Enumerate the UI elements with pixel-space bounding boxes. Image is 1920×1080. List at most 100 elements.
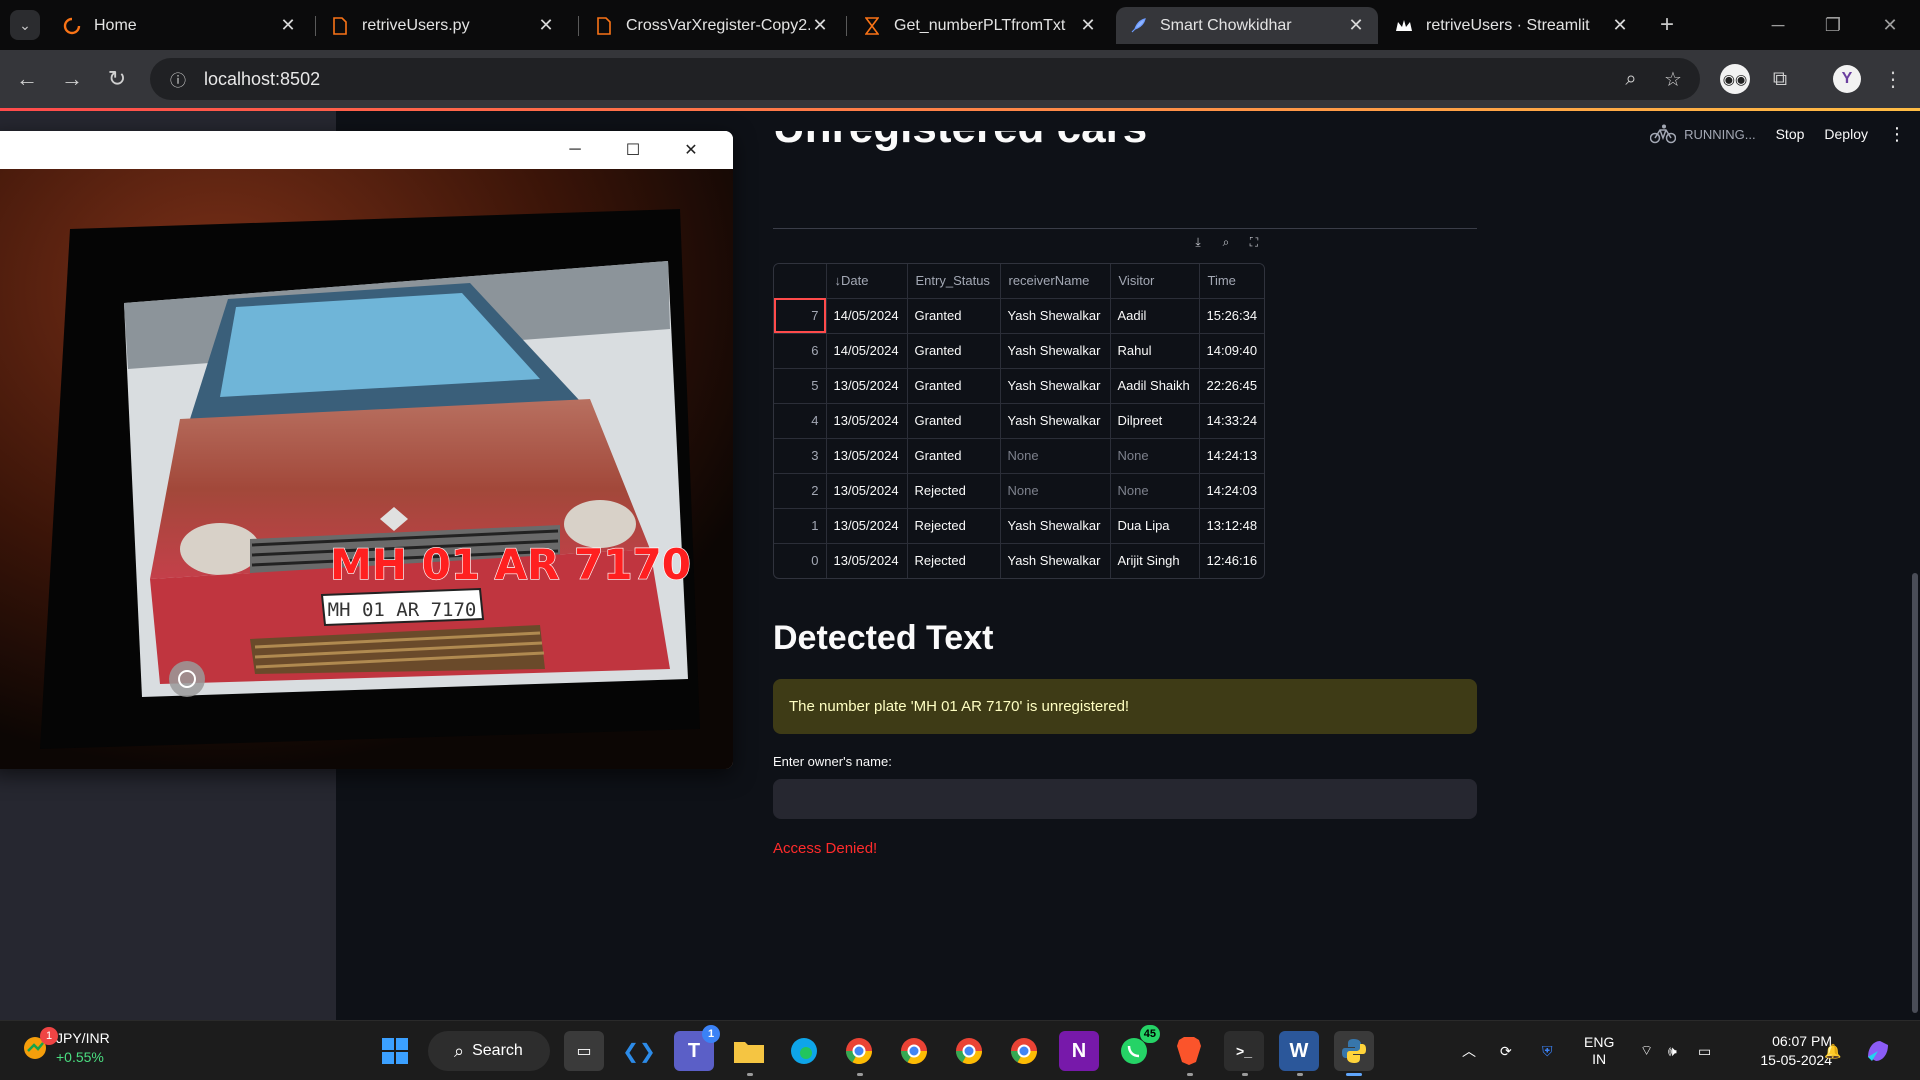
terminal-button[interactable]: >_ xyxy=(1224,1031,1264,1071)
brave-button[interactable] xyxy=(1169,1031,1209,1071)
visitor-cell[interactable]: Aadil Shaikh xyxy=(1110,368,1200,404)
file-explorer-button[interactable] xyxy=(729,1031,769,1071)
url-text[interactable]: localhost:8502 xyxy=(204,69,320,90)
entry-status-cell[interactable]: Rejected xyxy=(907,473,1001,509)
notification-bell-icon[interactable]: 🔔 xyxy=(1824,1031,1841,1071)
table-row[interactable]: 5 13/05/2024 Granted Yash Shewalkar Aadil Sh… xyxy=(774,368,1265,404)
row-index-cell[interactable]: 1 xyxy=(774,508,827,544)
tab-retriveusers-streamlit[interactable]: retriveUsers · Streamlit ✕ xyxy=(1382,7,1642,44)
visitor-cell[interactable]: Arijit Singh xyxy=(1110,543,1200,578)
restore-window-button[interactable]: ❐ xyxy=(1813,10,1853,40)
whatsapp-button[interactable]: 45 xyxy=(1114,1025,1160,1071)
close-icon[interactable]: ✕ xyxy=(278,15,298,36)
task-view-button[interactable]: ▭ xyxy=(564,1031,604,1071)
row-index-cell[interactable]: 2 xyxy=(774,473,827,509)
column-header-entry-status[interactable]: Entry_Status xyxy=(907,264,1001,299)
taskbar-search[interactable]: ⌕ Search xyxy=(428,1031,550,1071)
date-cell[interactable]: 13/05/2024 xyxy=(826,473,908,509)
start-button[interactable] xyxy=(375,1031,415,1071)
receiver-name-cell[interactable]: Yash Shewalkar xyxy=(1000,403,1111,439)
address-bar[interactable]: ⓘ localhost:8502 ⌕ ☆ xyxy=(150,58,1700,100)
camera-close-button[interactable]: ✕ xyxy=(668,135,714,165)
time-cell[interactable]: 14:09:40 xyxy=(1199,333,1265,369)
defender-shield-icon[interactable]: ⛨ xyxy=(1542,1031,1553,1071)
reload-button[interactable]: ↻ xyxy=(100,62,134,96)
volume-icon[interactable]: 🕪 xyxy=(1668,1031,1677,1071)
chrome-button-1[interactable] xyxy=(839,1031,879,1071)
date-cell[interactable]: 13/05/2024 xyxy=(826,543,908,578)
fullscreen-icon[interactable]: ⛶ xyxy=(1247,235,1261,250)
stop-button[interactable]: Stop xyxy=(1776,126,1805,142)
tab-home[interactable]: Home ✕ xyxy=(50,7,310,44)
show-hidden-icons-button[interactable]: ︿ xyxy=(1462,1031,1476,1071)
zoom-icon[interactable]: ⌕ xyxy=(1616,64,1646,94)
time-cell[interactable]: 14:33:24 xyxy=(1199,403,1265,439)
column-header-visitor[interactable]: Visitor xyxy=(1110,264,1200,299)
row-index-cell[interactable]: 5 xyxy=(774,368,827,404)
date-cell[interactable]: 13/05/2024 xyxy=(826,508,908,544)
time-cell[interactable]: 14:24:03 xyxy=(1199,473,1265,509)
time-cell[interactable]: 15:26:34 xyxy=(1199,298,1265,334)
row-index-cell[interactable]: 4 xyxy=(774,403,827,439)
table-row[interactable]: 7 14/05/2024 Granted Yash Shewalkar Aadil 15:… xyxy=(774,298,1265,334)
tab-crossvarxregister[interactable]: CrossVarXregister-Copy2.p ✕ xyxy=(582,7,842,44)
column-header-date[interactable]: ↓Date xyxy=(826,264,908,299)
back-button[interactable]: ← xyxy=(10,62,44,96)
date-cell[interactable]: 14/05/2024 xyxy=(826,333,908,369)
deploy-button[interactable]: Deploy xyxy=(1824,126,1868,142)
profile-button[interactable]: Y xyxy=(1830,62,1864,96)
tab-retriveusers-py[interactable]: retriveUsers.py ✕ xyxy=(318,7,568,44)
extensions-button[interactable]: ⧉ xyxy=(1763,62,1797,96)
row-index-cell[interactable]: 0 xyxy=(774,543,827,578)
visitor-cell[interactable]: Dilpreet xyxy=(1110,403,1200,439)
column-header-time[interactable]: Time xyxy=(1199,264,1265,299)
close-icon[interactable]: ✕ xyxy=(1078,15,1098,36)
receiver-name-cell[interactable]: None xyxy=(1000,473,1111,509)
onenote-button[interactable]: N xyxy=(1059,1031,1099,1071)
extension-profile-button[interactable]: ◉◉ xyxy=(1718,62,1752,96)
table-row[interactable]: 1 13/05/2024 Rejected Yash Shewalkar Dua Lip… xyxy=(774,508,1265,544)
close-icon[interactable]: ✕ xyxy=(1610,15,1630,36)
visitor-cell[interactable]: None xyxy=(1110,438,1200,474)
entry-status-cell[interactable]: Granted xyxy=(907,403,1001,439)
receiver-name-cell[interactable]: None xyxy=(1000,438,1111,474)
sync-icon[interactable]: ⟳ xyxy=(1500,1031,1512,1071)
camera-maximize-button[interactable]: ☐ xyxy=(610,135,656,165)
date-cell[interactable]: 13/05/2024 xyxy=(826,368,908,404)
stock-widget[interactable]: 1 JPY/INR +0.55% xyxy=(22,1027,110,1067)
receiver-name-cell[interactable]: Yash Shewalkar xyxy=(1000,333,1111,369)
receiver-name-cell[interactable]: Yash Shewalkar xyxy=(1000,368,1111,404)
date-cell[interactable]: 13/05/2024 xyxy=(826,438,908,474)
table-row[interactable]: 2 13/05/2024 Rejected None None 14:24:03 xyxy=(774,473,1265,509)
python-window-button[interactable] xyxy=(1334,1031,1374,1071)
wifi-icon[interactable]: ⌔ xyxy=(1640,1031,1653,1071)
receiver-name-cell[interactable]: Yash Shewalkar xyxy=(1000,543,1111,578)
receiver-name-cell[interactable]: Yash Shewalkar xyxy=(1000,298,1111,334)
chrome-button-3[interactable] xyxy=(949,1031,989,1071)
time-cell[interactable]: 14:24:13 xyxy=(1199,438,1265,474)
close-icon[interactable]: ✕ xyxy=(536,15,556,36)
close-icon[interactable]: ✕ xyxy=(1346,15,1366,36)
battery-icon[interactable]: ▭ xyxy=(1698,1031,1711,1071)
download-icon[interactable]: ⤓ xyxy=(1191,235,1205,250)
time-cell[interactable]: 13:12:48 xyxy=(1199,508,1265,544)
table-row[interactable]: 3 13/05/2024 Granted None None 14:24:13 xyxy=(774,438,1265,474)
edge-button[interactable] xyxy=(784,1031,824,1071)
column-header-receiver-name[interactable]: receiverName xyxy=(1000,264,1111,299)
camera-minimize-button[interactable]: ─ xyxy=(552,135,598,165)
row-index-cell[interactable]: 3 xyxy=(774,438,827,474)
receiver-name-cell[interactable]: Yash Shewalkar xyxy=(1000,508,1111,544)
copilot-icon[interactable] xyxy=(1864,1031,1892,1071)
visitor-cell[interactable]: Aadil xyxy=(1110,298,1200,334)
entry-status-cell[interactable]: Granted xyxy=(907,333,1001,369)
tab-get-numberplt[interactable]: Get_numberPLTfromTxt ✕ xyxy=(850,7,1110,44)
time-cell[interactable]: 22:26:45 xyxy=(1199,368,1265,404)
entry-status-cell[interactable]: Rejected xyxy=(907,508,1001,544)
chrome-button-4[interactable] xyxy=(1004,1031,1044,1071)
main-menu-icon[interactable]: ⋮ xyxy=(1888,124,1906,145)
site-info-icon[interactable]: ⓘ xyxy=(158,67,198,91)
entry-status-cell[interactable]: Granted xyxy=(907,298,1001,334)
row-index-cell[interactable]: 6 xyxy=(774,333,827,369)
vscode-button[interactable]: ❮❯ xyxy=(619,1031,659,1071)
chrome-button-2[interactable] xyxy=(894,1031,934,1071)
